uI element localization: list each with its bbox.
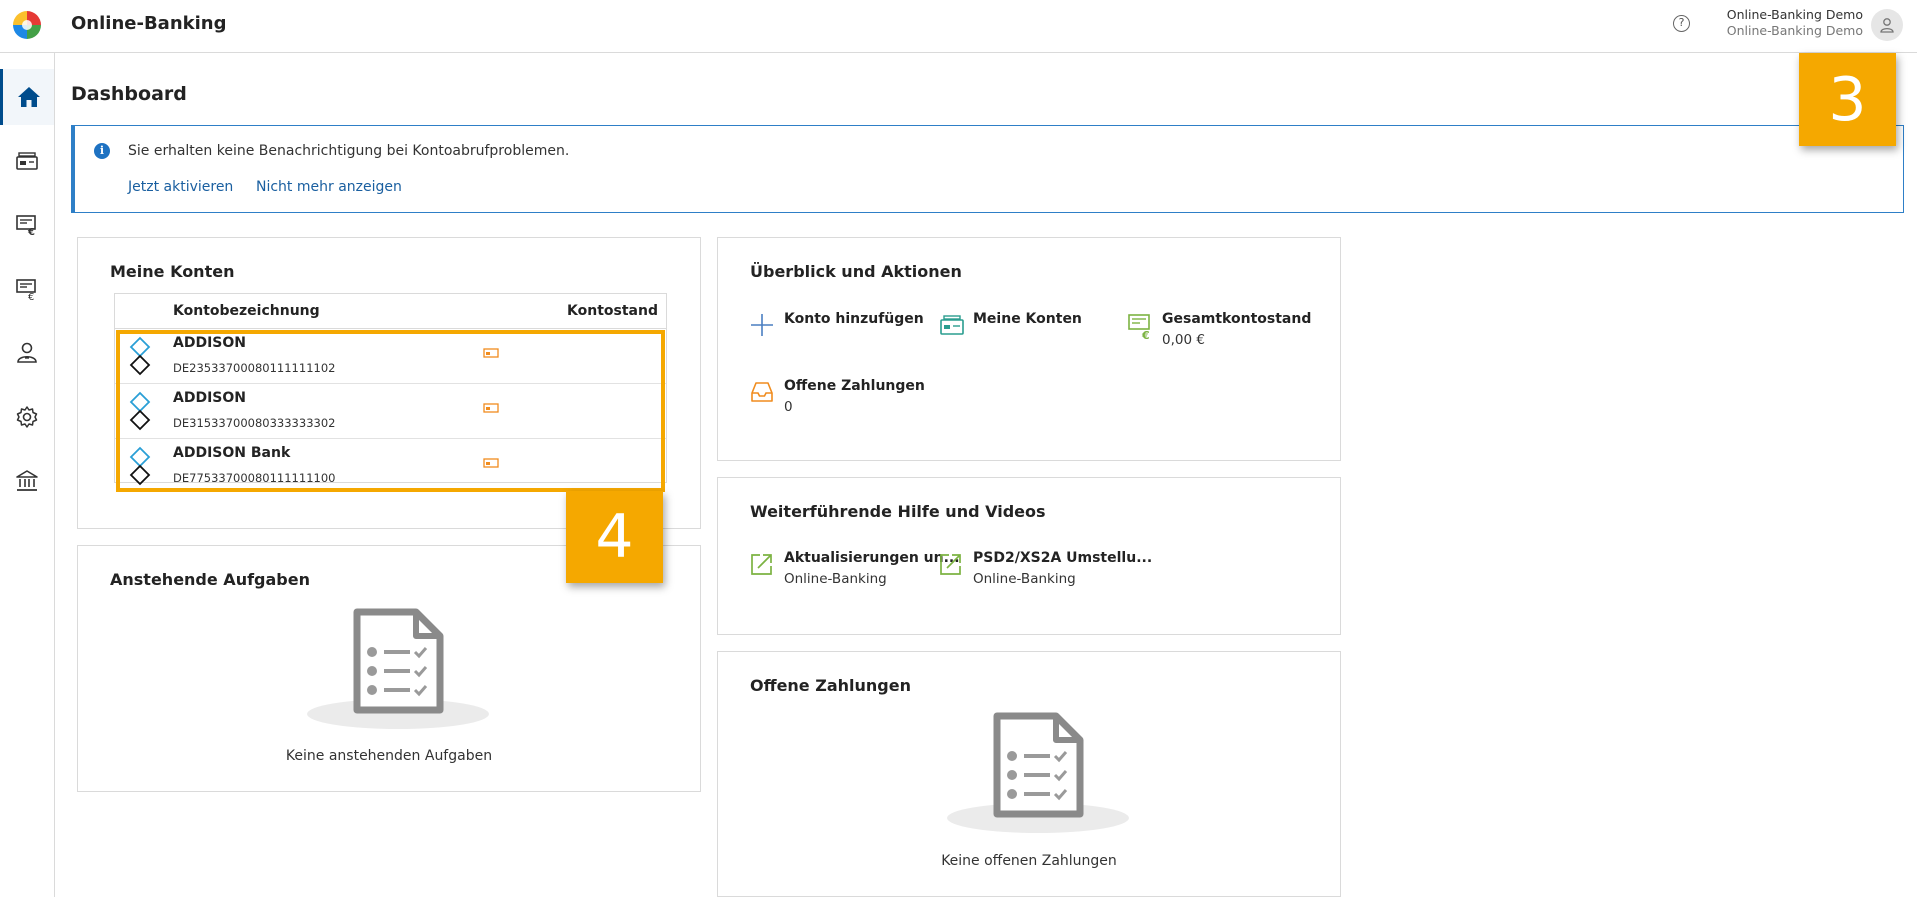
sidebar-item-accounts[interactable]	[0, 133, 54, 189]
my-accounts-card: Meine Konten Kontobezeichnung Kontostand…	[77, 237, 701, 529]
table-row[interactable]: ADDISON DE31533700080333333302	[115, 384, 666, 439]
account-iban: DE31533700080333333302	[173, 416, 336, 430]
user-subtitle: Online-Banking Demo	[1726, 23, 1863, 38]
user-info[interactable]: Online-Banking Demo Online-Banking Demo	[1727, 7, 1863, 39]
help-link-title: Aktualisierungen un...	[784, 550, 960, 566]
account-diamond-icon	[129, 391, 151, 431]
add-account-action[interactable]: Konto hinzufügen	[750, 311, 924, 336]
external-link-icon	[751, 554, 772, 575]
open-payments-card: Offene Zahlungen Keine offenen Zahlungen	[717, 651, 1341, 897]
svg-text:€: €	[28, 292, 34, 301]
activate-link[interactable]: Jetzt aktivieren	[128, 179, 233, 195]
plus-icon	[751, 314, 773, 336]
open-payments-count: 0	[784, 399, 793, 415]
overview-title: Überblick und Aktionen	[750, 262, 962, 281]
table-row[interactable]: ADDISON DE23533700080111111102	[115, 329, 666, 384]
user-name: Online-Banking Demo	[1726, 7, 1863, 22]
open-payments-empty-text: Keine offenen Zahlungen	[941, 853, 1117, 869]
open-payments-label: Offene Zahlungen	[784, 378, 925, 394]
account-diamond-icon	[129, 446, 151, 486]
open-payments-title: Offene Zahlungen	[750, 676, 911, 695]
empty-document-icon	[307, 608, 489, 729]
accounts-icon	[940, 315, 964, 335]
account-name: ADDISON	[173, 390, 246, 406]
sidebar-item-contacts[interactable]	[0, 325, 54, 381]
balance-icon: €	[1128, 314, 1150, 341]
help-link-psd2[interactable]: PSD2/XS2A Umstellu... Online-Banking	[939, 550, 1152, 594]
settings-icon	[16, 406, 38, 428]
open-payments-action[interactable]: Offene Zahlungen 0	[750, 378, 925, 422]
svg-text:€: €	[1141, 329, 1150, 341]
notification-banner: i Sie erhalten keine Benachrichtigung be…	[71, 125, 1904, 213]
account-card-icon	[483, 403, 499, 413]
help-videos-title: Weiterführende Hilfe und Videos	[750, 502, 1046, 521]
sidebar-item-home[interactable]	[0, 69, 54, 125]
account-name: ADDISON Bank	[173, 445, 291, 461]
sidebar-item-transfers[interactable]: €	[0, 261, 54, 317]
overview-card: Überblick und Aktionen Konto hinzufügen …	[717, 237, 1341, 461]
add-account-label: Konto hinzufügen	[784, 311, 924, 327]
my-accounts-label: Meine Konten	[973, 311, 1082, 327]
user-icon	[1880, 18, 1894, 33]
page-title: Dashboard	[71, 83, 187, 105]
top-bar: Online-Banking ? Online-Banking Demo Onl…	[0, 0, 1917, 53]
bank-icon	[16, 470, 38, 491]
my-accounts-title: Meine Konten	[110, 262, 235, 281]
help-videos-card: Weiterführende Hilfe und Videos Aktualis…	[717, 477, 1341, 635]
help-link-title: PSD2/XS2A Umstellu...	[973, 550, 1153, 566]
sidebar-item-settings[interactable]	[0, 389, 54, 445]
account-name: ADDISON	[173, 335, 246, 351]
accounts-icon	[16, 152, 38, 170]
sidebar-item-bank[interactable]	[0, 453, 54, 509]
inbox-icon	[751, 382, 773, 402]
column-header-name: Kontobezeichnung	[173, 303, 320, 319]
info-icon: i	[94, 143, 110, 159]
external-link-icon	[940, 554, 961, 575]
home-icon	[17, 87, 40, 107]
account-iban: DE23533700080111111102	[173, 361, 336, 375]
account-card-icon	[483, 348, 499, 358]
help-icon[interactable]: ?	[1673, 15, 1690, 32]
pending-tasks-title: Anstehende Aufgaben	[110, 570, 310, 589]
account-iban: DE77533700080111111100	[173, 471, 336, 485]
payments-icon: €	[16, 215, 36, 237]
empty-document-icon	[947, 712, 1129, 833]
total-balance-label: Gesamtkontostand	[1162, 311, 1312, 327]
total-balance-value: 0,00 €	[1162, 332, 1205, 348]
help-link-updates[interactable]: Aktualisierungen un... Online-Banking	[750, 550, 960, 594]
transfers-icon: €	[16, 279, 36, 301]
bank-logo-icon[interactable]	[13, 11, 41, 39]
table-row[interactable]: ADDISON Bank DE77533700080111111100	[115, 439, 666, 494]
sidebar: € €	[0, 53, 55, 897]
step-badge-4: 4	[566, 491, 663, 583]
column-header-balance: Kontostand	[567, 303, 658, 319]
pending-tasks-empty-text: Keine anstehenden Aufgaben	[285, 748, 493, 764]
accounts-table: Kontobezeichnung Kontostand ADDISON DE23…	[114, 293, 667, 486]
app-title: Online-Banking	[71, 13, 227, 34]
step-badge-3: 3	[1799, 53, 1896, 146]
contacts-icon	[17, 342, 37, 363]
accounts-table-header: Kontobezeichnung Kontostand	[115, 294, 666, 329]
total-balance-action[interactable]: € Gesamtkontostand 0,00 €	[1128, 311, 1312, 355]
sidebar-item-payments[interactable]: €	[0, 197, 54, 253]
avatar[interactable]	[1871, 9, 1903, 41]
help-link-subtitle: Online-Banking	[973, 571, 1076, 587]
svg-text:€: €	[27, 227, 35, 237]
help-link-subtitle: Online-Banking	[784, 571, 887, 587]
notice-message: Sie erhalten keine Benachrichtigung bei …	[128, 143, 570, 159]
dismiss-link[interactable]: Nicht mehr anzeigen	[256, 179, 402, 195]
account-diamond-icon	[129, 336, 151, 376]
my-accounts-action[interactable]: Meine Konten	[939, 311, 1089, 335]
account-card-icon	[483, 458, 499, 468]
